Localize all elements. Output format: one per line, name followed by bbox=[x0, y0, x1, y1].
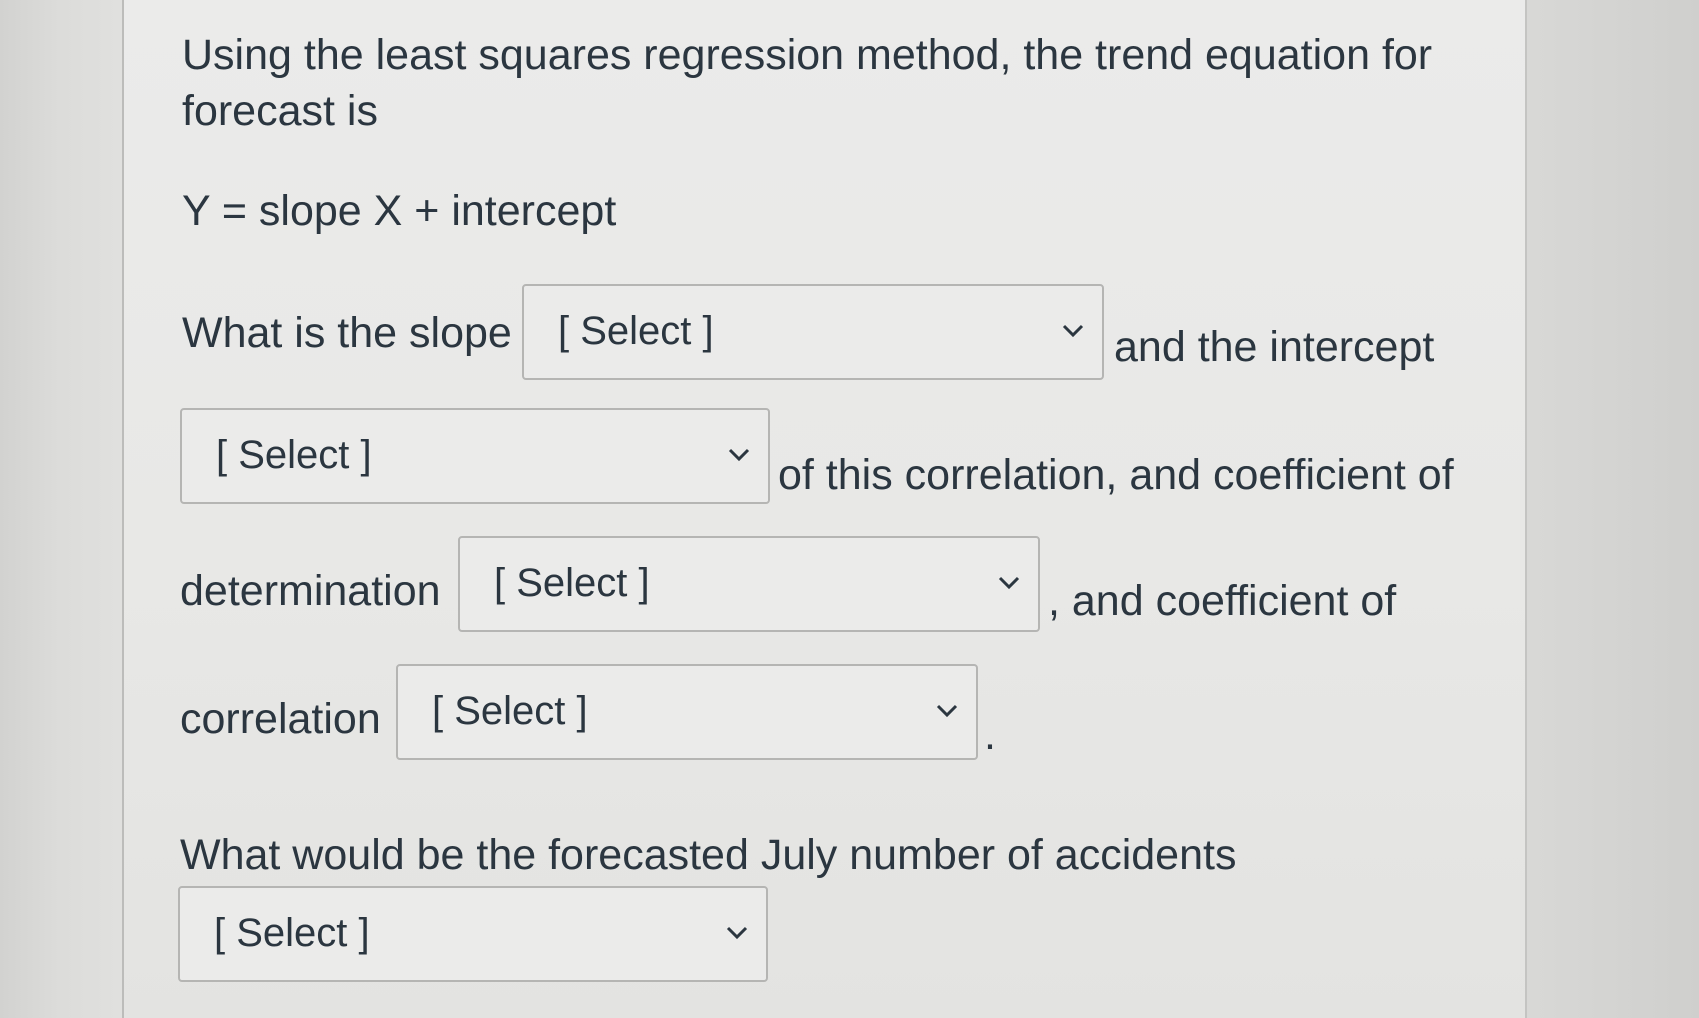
intercept-select[interactable]: [ Select ] bbox=[180, 408, 770, 504]
intercept-prompt: and the intercept bbox=[1114, 323, 1435, 371]
slope-prompt: What is the slope bbox=[182, 309, 512, 357]
forecast-prompt: What would be the forecasted July number… bbox=[180, 831, 1237, 879]
chevron-down-icon bbox=[1062, 324, 1084, 338]
correlation-select-value: [ Select ] bbox=[432, 689, 588, 733]
determination-select[interactable]: [ Select ] bbox=[458, 536, 1040, 632]
trend-equation: Y = slope X + intercept bbox=[182, 187, 617, 235]
correlation-coefficient-suffix: , and coefficient of bbox=[1048, 577, 1397, 625]
forecast-select[interactable]: [ Select ] bbox=[178, 886, 768, 982]
question-text-line1: Using the least squares regression metho… bbox=[182, 31, 1433, 79]
chevron-down-icon bbox=[728, 448, 750, 462]
determination-select-value: [ Select ] bbox=[494, 561, 650, 605]
correlation-prompt: of this correlation, and coefficient of bbox=[778, 451, 1454, 499]
slope-select-value: [ Select ] bbox=[558, 309, 714, 353]
chevron-down-icon bbox=[998, 576, 1020, 590]
determination-label: determination bbox=[180, 567, 441, 615]
forecast-select-value: [ Select ] bbox=[214, 911, 370, 955]
sentence-period: . bbox=[984, 711, 996, 759]
slope-select[interactable]: [ Select ] bbox=[522, 284, 1104, 380]
chevron-down-icon bbox=[726, 926, 748, 940]
correlation-select[interactable]: [ Select ] bbox=[396, 664, 978, 760]
question-text-line2: forecast is bbox=[182, 87, 378, 135]
chevron-down-icon bbox=[936, 704, 958, 718]
intercept-select-value: [ Select ] bbox=[216, 433, 372, 477]
question-panel: Using the least squares regression metho… bbox=[122, 0, 1527, 1018]
correlation-label: correlation bbox=[180, 695, 381, 743]
